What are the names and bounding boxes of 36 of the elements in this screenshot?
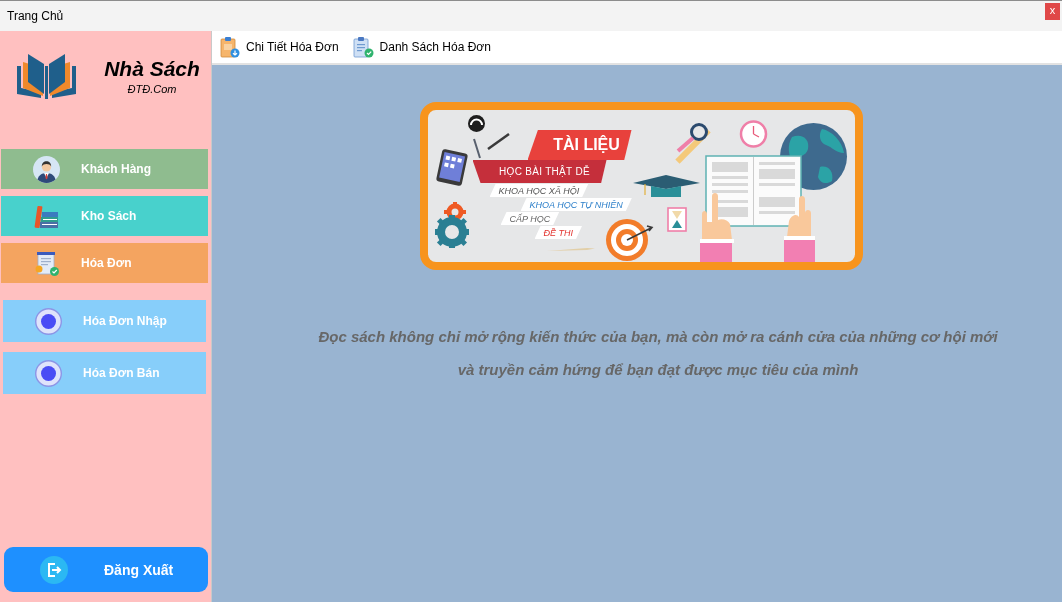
hourglass-icon <box>666 207 687 232</box>
clipboard-check-icon <box>352 36 374 58</box>
banner-tag: CẤP HỌC <box>500 212 560 225</box>
circle-dot-icon <box>35 359 62 387</box>
sidebar-menu-item[interactable]: Khách Hàng <box>1 149 208 189</box>
banner-tag: KHOA HỌC XÃ HỘI <box>489 184 589 197</box>
banner-tag: ĐỀ THI <box>534 226 582 239</box>
logout-button[interactable]: Đăng Xuất <box>4 547 208 592</box>
logo-title: Nhà Sách <box>104 57 200 80</box>
banner-tag: KHOA HỌC TỰ NHIÊN <box>520 198 632 211</box>
sidebar-menu-item[interactable]: Hóa Đơn <box>1 243 208 283</box>
user-avatar-icon <box>33 155 60 183</box>
open-book-logo-icon <box>15 52 78 100</box>
circle-dot-icon <box>35 307 62 335</box>
logo-subtitle: ĐTĐ.Com <box>127 83 177 95</box>
hand-icon <box>782 193 815 262</box>
lens-icon <box>467 115 485 132</box>
pen-icon <box>486 133 510 150</box>
clipboard-download-icon <box>220 36 240 58</box>
graduation-cap-icon <box>632 175 700 198</box>
window-title: Trang Chủ <box>7 9 64 23</box>
logout-icon <box>40 555 68 584</box>
open-book-icon <box>704 155 802 227</box>
banner-title: TÀI LIỆU <box>527 130 632 160</box>
invoice-icon <box>33 249 60 277</box>
hand-icon <box>697 192 735 262</box>
close-button[interactable]: x <box>1045 3 1060 20</box>
quote-text: Đọc sách không chỉ mở rộng kiến thức của bạn, mà còn mở ra cánh cửa của những cơ hội mới và truyền cảm hứng để bạn đạt được mục tiêu của mình <box>318 327 998 380</box>
target-icon <box>604 218 653 262</box>
sidebar-menu-item[interactable]: Kho Sách <box>1 196 208 236</box>
sidebar-submenu-item[interactable]: Hóa Đơn Bán <box>3 352 206 394</box>
pencil-icon <box>472 138 481 159</box>
banner-subtitle: HỌC BÀI THẬT DỄ <box>472 160 607 183</box>
sidebar-submenu-item[interactable]: Hóa Đơn Nhập <box>3 300 206 342</box>
toolbar-button[interactable]: Chi Tiết Hóa Đơn <box>220 36 339 58</box>
toolbar-button[interactable]: Danh Sách Hóa Đơn <box>352 36 491 58</box>
